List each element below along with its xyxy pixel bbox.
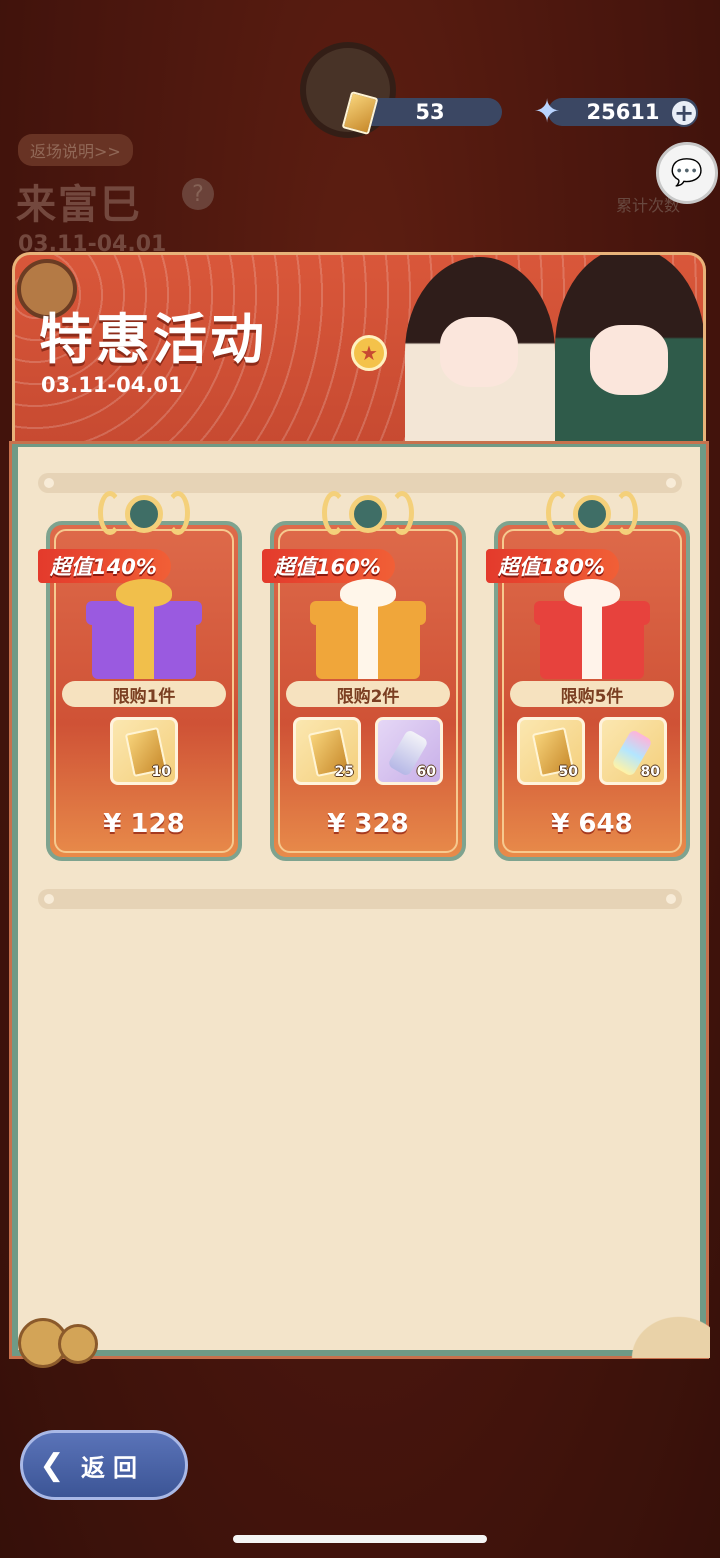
ticket-icon[interactable]: 25 — [293, 717, 361, 785]
item-count: 10 — [151, 764, 171, 780]
coins-decoration-icon — [18, 1314, 98, 1368]
star-coin-icon: ★ — [351, 335, 387, 371]
value-tag: 超值140% — [38, 549, 171, 583]
rainbow-bottle-icon[interactable]: 80 — [599, 717, 667, 785]
star-crystal-icon: ✦ — [533, 92, 561, 130]
promo-title: 特惠活动 — [39, 308, 267, 371]
value-tag: 超值160% — [262, 549, 395, 583]
back-button[interactable]: ❮ 返回 — [20, 1430, 188, 1500]
promo-header: 特惠活动 03.11-04.01 ★ — [12, 252, 706, 444]
item-count: 60 — [416, 764, 436, 780]
pack-items: 10 — [46, 717, 242, 787]
pack-card-2[interactable]: 超值160% 限购2件 25 60 ¥ 328 — [262, 491, 466, 861]
value-tag: 超值180% — [486, 549, 619, 583]
star-count: 25611 — [586, 100, 660, 124]
ticket-icon[interactable]: 10 — [110, 717, 178, 785]
item-count: 25 — [334, 764, 354, 780]
home-indicator[interactable] — [233, 1535, 487, 1543]
purchase-limit: 限购5件 — [510, 681, 674, 707]
gift-box-gold-icon — [310, 579, 426, 679]
gift-box-red-icon — [534, 579, 650, 679]
divider-bottom — [38, 889, 682, 909]
price-button[interactable]: ¥ 328 — [270, 809, 466, 839]
character-art — [395, 255, 703, 444]
chat-icon[interactable]: 💬 — [656, 142, 718, 204]
pack-card-1[interactable]: 超值140% 限购1件 10 ¥ 128 — [38, 491, 242, 861]
promo-date: 03.11-04.01 — [41, 373, 183, 397]
back-arrow-icon: ❮ — [39, 1447, 65, 1483]
back-button-label: 返回 — [81, 1453, 145, 1482]
price-button[interactable]: ¥ 128 — [46, 809, 242, 839]
add-currency-button[interactable]: + — [670, 99, 698, 127]
pack-items: 25 60 — [270, 717, 466, 787]
crest-icon — [98, 487, 190, 547]
ticket-count: 53 — [415, 100, 445, 124]
crest-icon — [546, 487, 638, 547]
character-left-face — [440, 317, 518, 387]
promo-body: 超值140% 限购1件 10 ¥ 128 超值160% 限购2件 25 60 ¥… — [9, 441, 709, 1359]
gift-box-purple-icon — [86, 579, 202, 679]
ticket-icon[interactable]: 50 — [517, 717, 585, 785]
promo-panel: 特惠活动 03.11-04.01 ★ 超值140% 限购1件 10 ¥ 128 … — [9, 252, 709, 1359]
purchase-limit: 限购1件 — [62, 681, 226, 707]
item-count: 80 — [640, 764, 660, 780]
character-right-face — [590, 325, 668, 395]
ticket-counter: 53 — [358, 98, 502, 126]
purchase-limit: 限购2件 — [286, 681, 450, 707]
item-count: 50 — [558, 764, 578, 780]
bottle-icon[interactable]: 60 — [375, 717, 443, 785]
ginkgo-leaf-icon — [606, 1294, 710, 1358]
crest-icon — [322, 487, 414, 547]
price-button[interactable]: ¥ 648 — [494, 809, 690, 839]
pack-items: 50 80 — [494, 717, 690, 787]
pack-card-3[interactable]: 超值180% 限购5件 50 80 ¥ 648 — [486, 491, 690, 861]
